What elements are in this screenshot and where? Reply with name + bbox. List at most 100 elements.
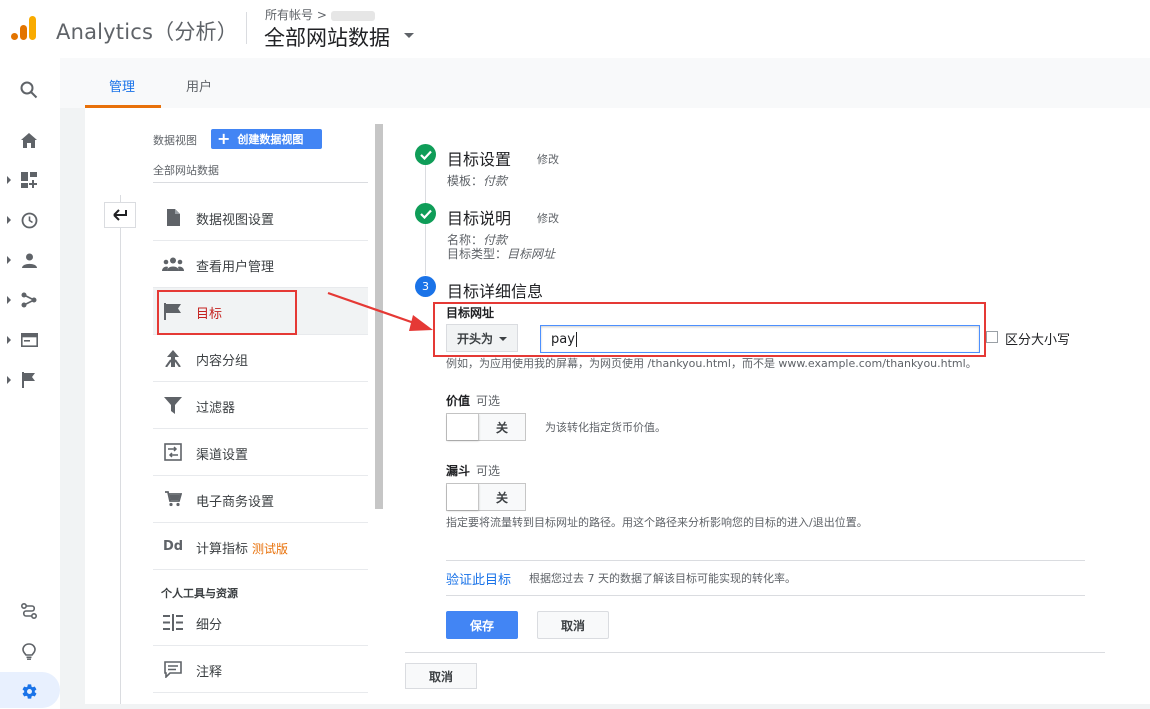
nav-item-label: 过滤器	[196, 401, 236, 416]
channel-icon	[162, 442, 184, 462]
analytics-logo[interactable]	[10, 14, 38, 42]
red-annotation-arrow	[327, 291, 433, 331]
view-selector-label[interactable]: 全部网站数据	[153, 162, 219, 178]
tab-user[interactable]: 用户	[186, 76, 212, 95]
save-button[interactable]: 保存	[446, 611, 518, 639]
funnel-toggle[interactable]: 关	[446, 483, 526, 511]
expand-arrow-icon[interactable]	[7, 216, 11, 224]
case-sensitive-label[interactable]: 区分大小写	[1005, 329, 1070, 348]
segments-icon	[162, 612, 184, 632]
goal-type-label: 目标类型：	[447, 247, 508, 261]
verify-goal-description: 根据您过去 7 天的数据了解该目标可能实现的转化率。	[529, 572, 796, 585]
optional-tag: 可选	[476, 464, 501, 478]
nav-item-channel-settings[interactable]: 渠道设置	[153, 429, 368, 476]
realtime-clock-icon[interactable]	[18, 209, 40, 231]
nav-item-ecommerce-settings[interactable]: 电子商务设置	[153, 476, 368, 523]
app-title: Analytics（分析）	[56, 20, 238, 44]
attribution-icon[interactable]	[18, 600, 40, 622]
expand-arrow-icon[interactable]	[7, 376, 11, 384]
insights-lightbulb-icon[interactable]	[18, 640, 40, 662]
nav-item-view-settings[interactable]: 数据视图设置	[153, 194, 368, 241]
view-column-label: 数据视图	[153, 134, 197, 147]
nav-item-annotations[interactable]: 注释	[153, 646, 368, 693]
create-view-button[interactable]: + 创建数据视图	[211, 129, 322, 149]
plus-icon: +	[217, 129, 231, 148]
template-value: 付款	[483, 174, 508, 188]
check-circle-icon	[415, 144, 436, 165]
gear-icon[interactable]	[18, 680, 40, 702]
arrow-left-icon	[113, 209, 127, 221]
nav-item-calculated-metrics[interactable]: Dd 计算指标 测试版	[153, 523, 368, 570]
value-field-label: 价值 可选	[446, 392, 500, 409]
account-breadcrumb[interactable]: 所有帐号 >	[265, 6, 375, 23]
redacted-account-name	[330, 10, 375, 21]
chevron-down-icon[interactable]	[404, 33, 414, 38]
home-icon[interactable]	[18, 129, 40, 151]
nav-guide-line	[120, 195, 121, 704]
customization-icon[interactable]	[18, 169, 40, 191]
conversions-flag-icon[interactable]	[18, 369, 40, 391]
toggle-knob	[447, 484, 479, 510]
case-sensitive-checkbox[interactable]	[986, 331, 998, 343]
dd-icon: Dd	[162, 538, 184, 554]
filter-icon	[162, 395, 184, 415]
nav-item-filters[interactable]: 过滤器	[153, 382, 368, 429]
acquisition-icon[interactable]	[18, 289, 40, 311]
template-label: 模板：	[447, 174, 484, 188]
behavior-icon[interactable]	[18, 329, 40, 351]
nav-item-label: 内容分组	[196, 354, 249, 369]
content-grouping-icon	[162, 348, 184, 368]
beta-badge: 测试版	[252, 542, 289, 556]
back-button[interactable]	[104, 202, 136, 228]
step-goal-setup-edit[interactable]: 修改	[537, 151, 559, 167]
nav-item-content-grouping[interactable]: 内容分组	[153, 335, 368, 382]
audience-person-icon[interactable]	[18, 249, 40, 271]
divider	[446, 560, 1085, 561]
search-icon[interactable]	[18, 79, 40, 101]
annotation-icon	[162, 659, 184, 679]
header-divider	[246, 12, 247, 44]
admin-tab-bar	[60, 58, 1150, 108]
value-label: 价值	[446, 394, 471, 408]
nav-item-label: 渠道设置	[196, 448, 249, 463]
expand-arrow-icon[interactable]	[7, 176, 11, 184]
expand-arrow-icon[interactable]	[7, 336, 11, 344]
divider	[446, 595, 1085, 596]
step-goal-type: 目标类型：目标网址	[447, 245, 555, 262]
nav-item-label: 查看用户管理	[196, 260, 275, 275]
funnel-field-label: 漏斗 可选	[446, 462, 500, 479]
goal-type-value: 目标网址	[507, 247, 556, 261]
cancel-goal-button[interactable]: 取消	[405, 663, 477, 689]
nav-item-label: 计算指标 测试版	[196, 538, 288, 557]
create-view-label: 创建数据视图	[237, 133, 304, 146]
value-description: 为该转化指定货币价值。	[545, 421, 666, 434]
cancel-button[interactable]: 取消	[537, 611, 609, 639]
expand-arrow-icon[interactable]	[7, 296, 11, 304]
nav-item-label: 数据视图设置	[196, 213, 275, 228]
red-highlight-box	[433, 302, 986, 357]
nav-item-segments[interactable]: 细分	[153, 599, 368, 646]
step-goal-setup-title: 目标设置	[447, 150, 512, 169]
step-goal-details-title: 目标详细信息	[447, 282, 544, 301]
nav-item-label: 注释	[196, 665, 223, 680]
step-goal-description-edit[interactable]: 修改	[537, 210, 559, 226]
red-highlight-box	[157, 290, 297, 335]
left-rail	[0, 58, 60, 709]
nav-item-user-management[interactable]: 查看用户管理	[153, 241, 368, 288]
funnel-description: 指定要将流量转到目标网址的路径。用这个路径来分析影响您的目标的进入/退出位置。	[446, 516, 868, 529]
toggle-knob	[447, 414, 479, 440]
step-number-badge: 3	[415, 276, 436, 297]
tab-admin[interactable]: 管理	[109, 76, 135, 95]
cart-icon	[162, 489, 184, 509]
check-circle-icon	[415, 203, 436, 224]
value-toggle[interactable]: 关	[446, 413, 526, 441]
expand-arrow-icon[interactable]	[7, 256, 11, 264]
calculated-metrics-label: 计算指标	[196, 542, 249, 557]
view-selector[interactable]: 全部网站数据	[264, 22, 390, 52]
nav-item-label: 细分	[196, 618, 223, 633]
toggle-state-label: 关	[495, 491, 508, 505]
verify-goal-link[interactable]: 验证此目标	[446, 569, 511, 588]
account-breadcrumb-label: 所有帐号 >	[265, 8, 327, 22]
optional-tag: 可选	[476, 394, 501, 408]
app-header: Analytics（分析） 所有帐号 > 全部网站数据	[0, 0, 1150, 58]
